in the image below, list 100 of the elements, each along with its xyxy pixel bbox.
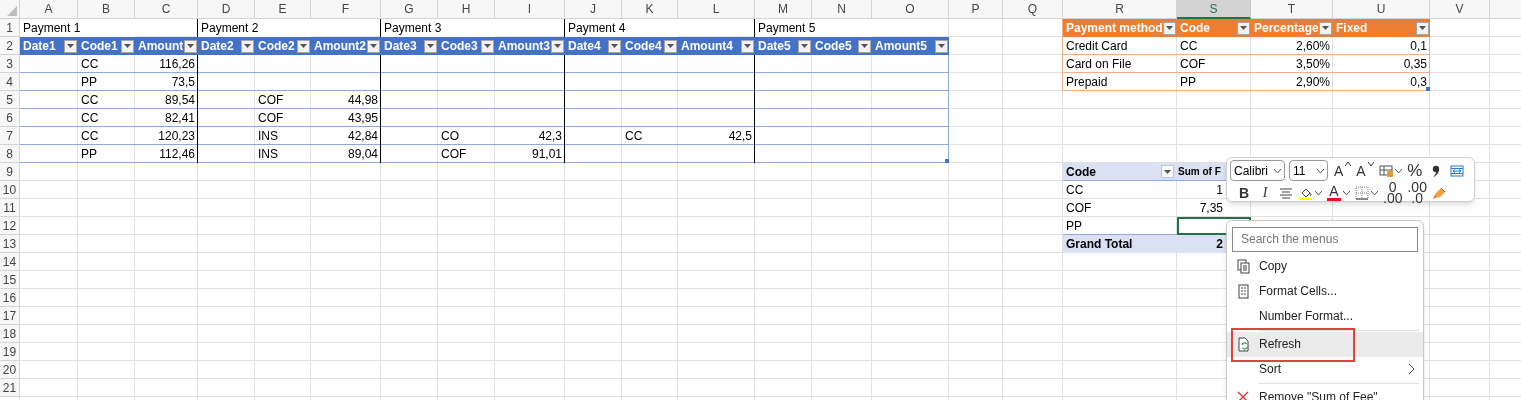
column-header[interactable]: G — [381, 0, 438, 19]
menu-item[interactable]: Format Cells... — [1227, 278, 1423, 304]
column-header[interactable]: D — [198, 0, 255, 19]
row-header[interactable]: 18 — [0, 325, 20, 343]
filter-button[interactable] — [241, 39, 254, 53]
column-header[interactable]: L — [678, 0, 755, 19]
caret-icon — [1240, 26, 1247, 30]
table-cell-text: 42,3 — [537, 128, 563, 145]
row-header[interactable]: 20 — [0, 361, 20, 379]
filter-button[interactable] — [424, 39, 437, 53]
filter-button[interactable] — [64, 39, 77, 53]
filter-button[interactable] — [741, 39, 754, 53]
search-field[interactable]: Search the menus — [1232, 226, 1418, 252]
caret-up-icon — [1345, 162, 1352, 166]
column-header[interactable]: E — [255, 0, 311, 19]
column-header[interactable]: M — [755, 0, 812, 19]
column-header[interactable]: N — [812, 0, 872, 19]
menu-item[interactable]: Copy — [1227, 253, 1423, 279]
filter-button[interactable] — [798, 39, 811, 53]
filter-button[interactable] — [858, 39, 871, 53]
decimal-label: .00 — [1383, 193, 1403, 203]
column-header[interactable]: Q — [1003, 0, 1063, 19]
filter-button[interactable] — [935, 39, 948, 53]
font-color-button[interactable]: A — [1325, 182, 1352, 203]
filter-button[interactable] — [481, 39, 494, 53]
resize-handle[interactable] — [945, 159, 949, 163]
row-header[interactable]: 7 — [0, 127, 20, 145]
column-header[interactable]: O — [872, 0, 949, 19]
menu-item[interactable]: Sort — [1227, 356, 1423, 382]
filter-button[interactable] — [1319, 21, 1332, 35]
refresh-icon — [1236, 336, 1250, 352]
filter-button[interactable] — [1237, 21, 1250, 35]
row-header[interactable]: 5 — [0, 91, 20, 109]
resize-handle[interactable] — [1426, 87, 1430, 91]
row-header[interactable]: 17 — [0, 307, 20, 325]
row-header[interactable]: 21 — [0, 379, 20, 397]
column-header[interactable]: H — [438, 0, 495, 19]
table-cell-text: 89,04 — [346, 146, 379, 163]
caret-icon — [611, 44, 618, 48]
table-cell-text: PP — [1065, 218, 1083, 235]
column-header[interactable]: J — [565, 0, 622, 19]
font-field[interactable]: Calibri — [1230, 160, 1285, 181]
decimal-label: .00 — [1407, 182, 1427, 192]
column-header[interactable]: K — [622, 0, 678, 19]
row-header[interactable]: 15 — [0, 271, 20, 289]
size-field[interactable]: 11 — [1289, 160, 1328, 181]
filter-button[interactable] — [551, 39, 564, 53]
column-header[interactable]: V — [1430, 0, 1490, 19]
filter-button[interactable] — [1161, 165, 1174, 178]
filter-button[interactable] — [1416, 21, 1429, 35]
filter-button[interactable] — [184, 39, 197, 53]
row-header[interactable]: 6 — [0, 109, 20, 127]
table-cell-text: 3,50% — [1294, 56, 1331, 73]
table-cell-text: COF — [440, 146, 468, 163]
filter-button[interactable] — [121, 39, 134, 53]
column-header[interactable]: R — [1063, 0, 1177, 19]
row-header[interactable]: 19 — [0, 343, 20, 361]
column-header[interactable]: T — [1251, 0, 1333, 19]
column-header[interactable]: B — [78, 0, 135, 19]
column-header[interactable]: C — [135, 0, 198, 19]
increase-decimal-button[interactable]: 0 .00 — [1381, 182, 1405, 203]
row-header[interactable]: 9 — [0, 163, 20, 181]
grow-font-button[interactable]: A — [1332, 160, 1354, 181]
row-header[interactable]: 16 — [0, 289, 20, 307]
filter-button[interactable] — [367, 39, 380, 53]
column-header[interactable]: F — [311, 0, 381, 19]
column-header[interactable]: P — [949, 0, 1003, 19]
caret-icon — [554, 44, 561, 48]
row-header[interactable]: 14 — [0, 253, 20, 271]
table-title: Payment 4 — [565, 19, 678, 37]
table-cell-text: 44,98 — [346, 92, 379, 109]
row-header[interactable]: 11 — [0, 199, 20, 217]
row-header[interactable]: 10 — [0, 181, 20, 199]
row-header[interactable]: 1 — [0, 19, 20, 37]
percent-button[interactable]: % — [1404, 160, 1425, 181]
bold-button[interactable]: B — [1234, 182, 1254, 203]
filter-button[interactable] — [664, 39, 677, 53]
caret-icon — [1322, 26, 1329, 30]
filter-button[interactable] — [297, 39, 310, 53]
copy-icon — [1236, 258, 1250, 274]
caret-icon — [484, 44, 491, 48]
row-header[interactable]: 13 — [0, 235, 20, 253]
menu-item[interactable]: Number Format... — [1227, 303, 1423, 329]
decrease-decimal-button[interactable]: .00 .0 — [1405, 182, 1429, 203]
filter-button[interactable] — [1163, 21, 1176, 35]
row-header[interactable]: 2 — [0, 37, 20, 55]
row-header[interactable]: 3 — [0, 55, 20, 73]
italic-button[interactable]: I — [1255, 182, 1275, 203]
row-header[interactable]: 4 — [0, 73, 20, 91]
row-header[interactable]: 12 — [0, 217, 20, 235]
column-label: Date5 — [758, 38, 791, 55]
shrink-font-button[interactable]: A — [1354, 160, 1376, 181]
column-header[interactable]: S — [1177, 0, 1251, 19]
column-header[interactable]: A — [20, 0, 78, 19]
column-header[interactable]: U — [1333, 0, 1430, 19]
row-header[interactable]: 8 — [0, 145, 20, 163]
column-header[interactable]: I — [495, 0, 565, 19]
filter-button[interactable] — [608, 39, 621, 53]
center-icon — [1279, 185, 1293, 200]
table-cell-text: INS — [257, 128, 279, 145]
